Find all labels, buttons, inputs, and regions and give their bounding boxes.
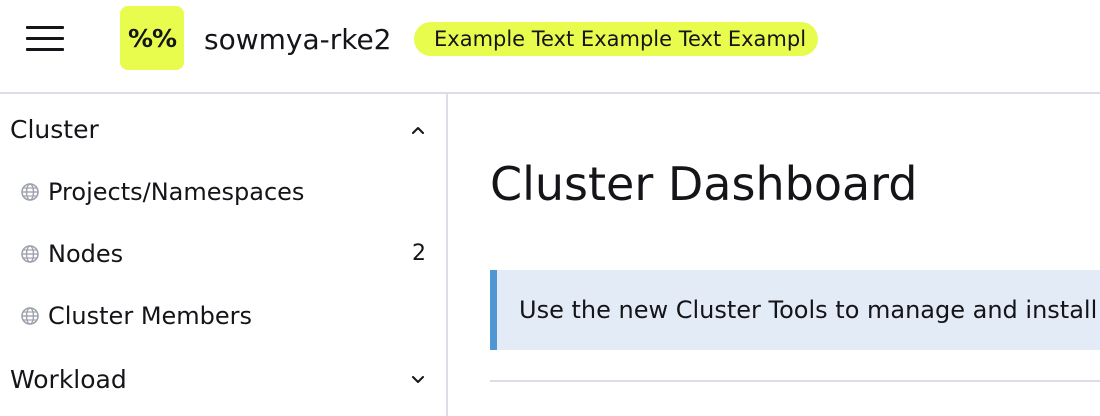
menu-bar: [26, 48, 64, 51]
nodes-count-badge: 2: [412, 241, 426, 266]
sidebar-group-workload[interactable]: Workload: [0, 354, 446, 404]
sidebar-item-cluster-members[interactable]: Cluster Members: [0, 290, 446, 342]
cluster-logo[interactable]: %%: [120, 6, 184, 70]
sidebar-item-label: Nodes: [48, 240, 124, 268]
cluster-name: sowmya-rke2: [204, 23, 392, 56]
sidebar-item-label: Cluster Members: [48, 302, 253, 330]
chevron-up-icon[interactable]: [410, 122, 426, 138]
sidebar-group-label: Workload: [10, 365, 127, 394]
sidebar-item-nodes[interactable]: Nodes 2: [0, 228, 446, 280]
top-header: %% sowmya-rke2 Example Text Example Text…: [0, 0, 1100, 94]
sidebar-group-cluster[interactable]: Cluster: [0, 104, 446, 154]
chevron-down-icon[interactable]: [410, 372, 426, 388]
sidebar-item-projects-namespaces[interactable]: Projects/Namespaces: [0, 166, 446, 218]
info-banner: Use the new Cluster Tools to manage and …: [490, 270, 1100, 350]
sidebar: Cluster Projects/Namespaces Nodes 2 Clus…: [0, 94, 448, 416]
main-content: Cluster Dashboard Use the new Cluster To…: [450, 94, 1100, 416]
sidebar-group-label: Cluster: [10, 115, 99, 144]
page-title: Cluster Dashboard: [490, 157, 918, 211]
hamburger-menu-icon[interactable]: [26, 26, 64, 52]
cluster-badge: Example Text Example Text Exampl: [414, 22, 818, 56]
globe-icon: [21, 245, 39, 263]
globe-icon: [21, 307, 39, 325]
menu-bar: [26, 37, 64, 40]
sidebar-item-label: Projects/Namespaces: [48, 178, 305, 206]
menu-bar: [26, 26, 64, 29]
globe-icon: [21, 183, 39, 201]
banner-text: Use the new Cluster Tools to manage and …: [519, 296, 1098, 324]
divider: [490, 380, 1100, 382]
